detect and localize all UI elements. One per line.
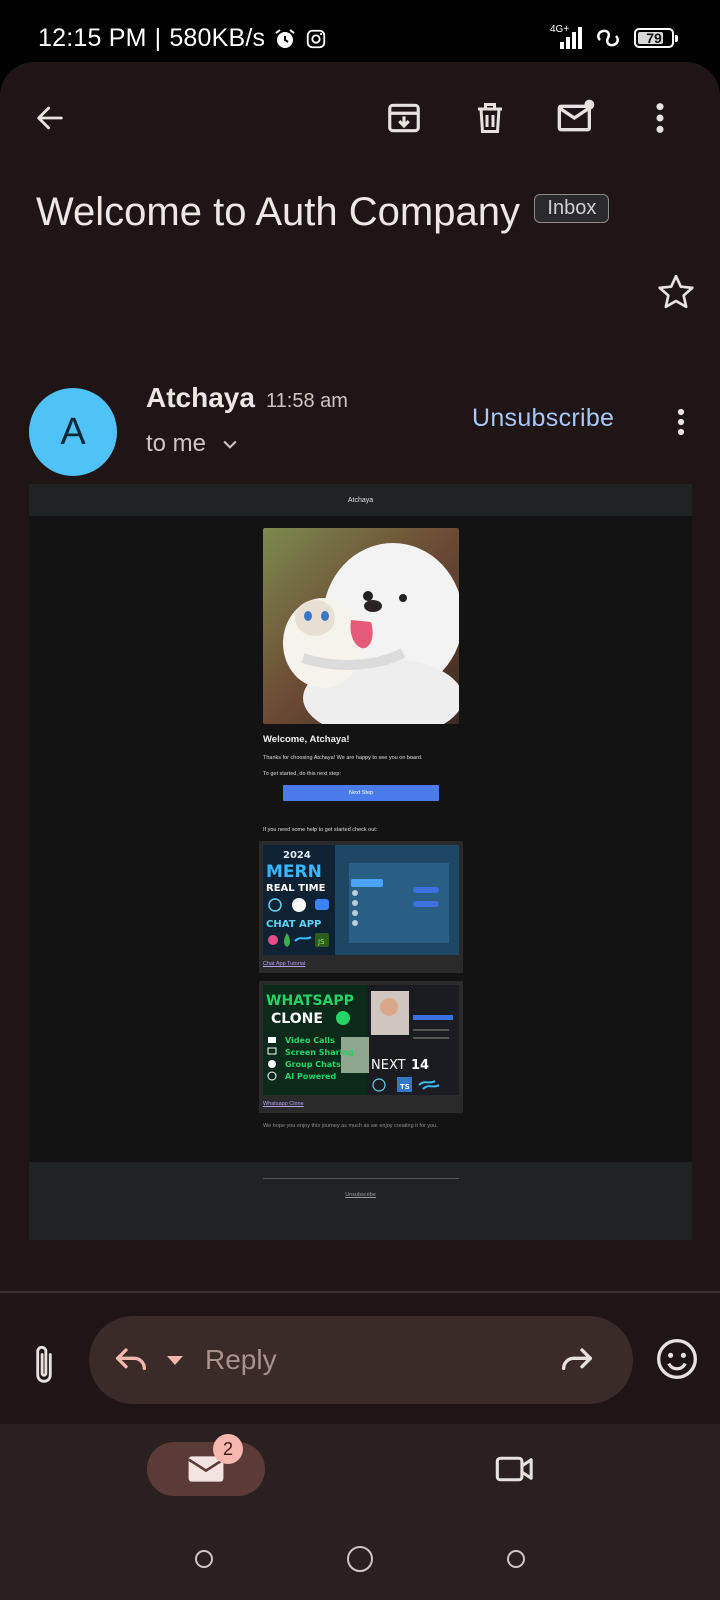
thumb-feature-2: Screen Sharing: [285, 1048, 354, 1057]
thumb-year: 2024: [283, 850, 311, 861]
status-bar: 12:15 PM | 580KB/s 4G+ 79: [0, 0, 720, 62]
email-content: Welcome, Atchaya! Thanks for choosing At…: [259, 528, 463, 1129]
status-time: 12:15 PM: [38, 24, 147, 52]
unread-count-badge: 2: [213, 1434, 243, 1464]
thumb-realtime: REAL TIME: [266, 883, 326, 894]
more-vert-icon: [677, 408, 685, 436]
attach-button[interactable]: [26, 1338, 62, 1390]
signal-icon: 4G+: [550, 24, 582, 50]
battery-icon: 79: [634, 28, 678, 48]
caret-down-icon[interactable]: [163, 1342, 187, 1378]
chevron-down-icon: [223, 440, 237, 449]
inbox-label-chip[interactable]: Inbox: [534, 194, 610, 223]
thumb-next: NEXT: [371, 1058, 406, 1073]
email-greeting: Welcome, Atchaya!: [263, 734, 350, 745]
mark-unread-icon: [557, 99, 595, 132]
footer-unsubscribe-link[interactable]: Unsubscribe: [29, 1192, 692, 1198]
instagram-icon: [307, 29, 326, 48]
status-right: 4G+ 79: [550, 24, 678, 50]
attach-icon: [36, 1345, 52, 1383]
chat-app-tutorial-link[interactable]: Chat App Tutorial: [263, 961, 459, 967]
email-subject: Welcome to Auth Company: [36, 190, 520, 234]
email-intro: Thanks for choosing Atchaya! We are happ…: [263, 755, 423, 761]
emoji-icon[interactable]: [655, 1337, 699, 1381]
unsubscribe-link[interactable]: Unsubscribe: [472, 404, 614, 433]
sender-name: Atchaya: [146, 382, 255, 413]
thumb-feature-3: Group Chats: [285, 1060, 341, 1069]
email-footer: Unsubscribe: [29, 1162, 692, 1240]
thumb-feature-1: Video Calls: [285, 1036, 335, 1045]
reply-bar[interactable]: Reply: [89, 1316, 633, 1404]
email-brand: Atchaya: [347, 496, 374, 504]
email-header-bar: Atchaya: [29, 484, 692, 516]
mark-unread-button[interactable]: [554, 96, 598, 140]
reply-input-label[interactable]: Reply: [205, 1344, 277, 1376]
next-step-prompt: To get started, do this next step:: [263, 771, 341, 777]
system-navigation: [0, 1534, 720, 1584]
footer-divider: [263, 1178, 459, 1179]
delete-button[interactable]: [468, 96, 512, 140]
thumb-feature-4: AI Powered: [285, 1072, 337, 1081]
email-body: Atchaya Welcome, Atchaya! Thanks for cho…: [29, 484, 692, 1240]
chat-app-thumbnail[interactable]: 2024 MERN REAL TIME CHAT APP JS: [263, 845, 459, 955]
status-left: 12:15 PM | 580KB/s: [38, 24, 327, 53]
tutorial-card-whatsapp[interactable]: WHATSAPP CLONE Video Calls Screen Sharin…: [259, 981, 463, 1113]
message-more-button[interactable]: [666, 402, 696, 442]
link-icon: [597, 29, 619, 47]
status-speed: 580KB/s: [169, 24, 266, 52]
hero-image: [263, 528, 459, 724]
avatar[interactable]: A: [29, 388, 117, 476]
forward-icon[interactable]: [557, 1340, 597, 1380]
compose-divider: [0, 1291, 720, 1293]
whatsapp-clone-thumbnail[interactable]: WHATSAPP CLONE Video Calls Screen Sharin…: [263, 985, 459, 1095]
status-separator: |: [154, 24, 162, 52]
email-closing: We hope you enjoy this journey as much a…: [263, 1123, 438, 1129]
battery-level: 79: [646, 30, 662, 46]
archive-icon: [388, 103, 420, 133]
star-icon: [658, 274, 694, 309]
video-call-icon: [495, 1456, 533, 1482]
recipient-label: to me: [146, 430, 207, 457]
thumb-ts: TS: [400, 1083, 410, 1091]
recents-button[interactable]: [195, 1550, 213, 1568]
star-button[interactable]: [656, 272, 696, 312]
back-arrow-icon: [37, 106, 63, 130]
archive-button[interactable]: [382, 96, 426, 140]
thumb-whatsapp: WHATSAPP: [266, 993, 354, 1009]
help-text: If you need some help to get started che…: [263, 827, 378, 833]
back-button[interactable]: [28, 96, 72, 140]
alarm-icon: [275, 28, 295, 48]
next-step-button[interactable]: Next Step: [283, 785, 439, 801]
delete-icon: [478, 103, 502, 133]
thumb-clone: CLONE: [271, 1011, 323, 1027]
back-nav-button[interactable]: [507, 1550, 525, 1568]
sent-time: 11:58 am: [266, 390, 348, 412]
gmail-message-view: Welcome to Auth Company Inbox A Atchaya …: [0, 62, 720, 1600]
thumb-mern: MERN: [266, 862, 322, 882]
tutorial-card-chat-app[interactable]: 2024 MERN REAL TIME CHAT APP JS Chat App…: [259, 841, 463, 973]
reply-icon[interactable]: [111, 1340, 151, 1380]
bottom-navigation: 2: [0, 1424, 720, 1600]
more-options-button[interactable]: [638, 96, 682, 140]
sender-row: A Atchaya 11:58 am to me Unsubscribe: [0, 318, 720, 476]
nav-meet-tab[interactable]: [492, 1446, 538, 1492]
subject-row: Welcome to Auth Company Inbox: [36, 190, 686, 235]
whatsapp-clone-link[interactable]: Whatsapp Clone: [263, 1101, 459, 1107]
more-vert-icon: [656, 103, 664, 133]
thumb-chatapp: CHAT APP: [266, 919, 321, 930]
nav-mail-tab[interactable]: 2: [147, 1434, 265, 1496]
thumb-js: JS: [317, 938, 325, 946]
toolbar: [0, 62, 720, 174]
home-button[interactable]: [347, 1546, 373, 1572]
thumb-version: 14: [411, 1058, 429, 1073]
recipient-details-toggle[interactable]: to me: [146, 430, 240, 458]
